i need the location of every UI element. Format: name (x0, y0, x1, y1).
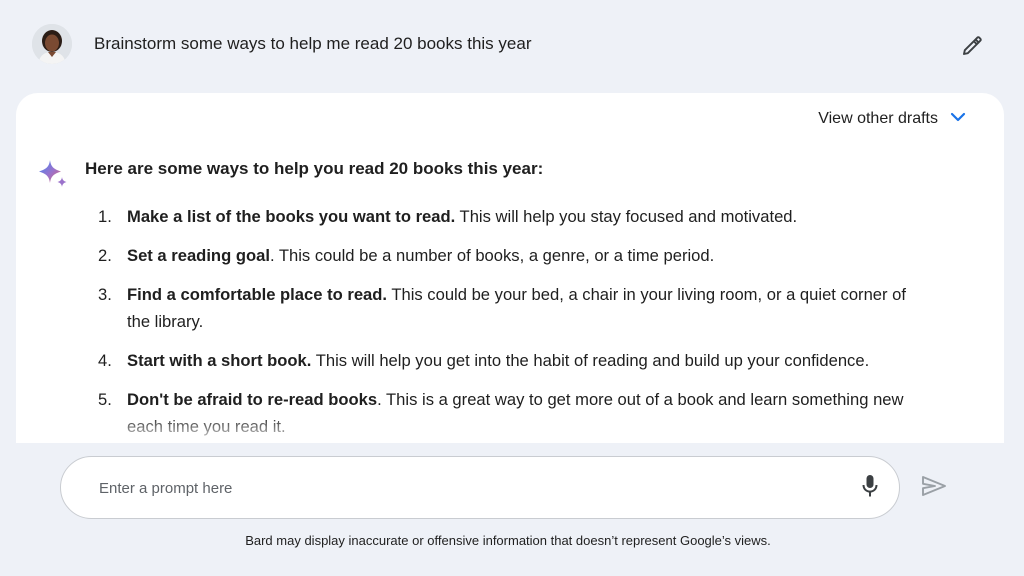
list-item-bold: Make a list of the books you want to rea… (127, 207, 456, 226)
pencil-icon (960, 34, 984, 63)
user-prompt-row: Brainstorm some ways to help me read 20 … (0, 0, 1024, 90)
bard-chat-app: Brainstorm some ways to help me read 20 … (0, 0, 1024, 576)
prompt-input[interactable] (99, 476, 839, 500)
list-item: 3. Find a comfortable place to read. This… (98, 281, 918, 335)
list-item-number: 1. (98, 207, 112, 226)
list-item-text: This will help you stay focused and moti… (455, 207, 798, 226)
list-item-bold: Don't be afraid to re-read books (127, 390, 378, 409)
list-item: 1. Make a list of the books you want to r… (98, 203, 918, 230)
send-icon (921, 475, 947, 502)
response-intro: Here are some ways to help you read 20 b… (85, 159, 544, 178)
list-item-bold: Set a reading goal (127, 246, 270, 265)
response-card: View other drafts Here are some ways to … (16, 93, 1004, 443)
list-item-number: 2. (98, 246, 112, 265)
microphone-button[interactable] (857, 474, 883, 503)
prompt-input-box (60, 456, 900, 519)
disclaimer-text: Bard may display inaccurate or offensive… (245, 533, 771, 548)
microphone-icon (861, 474, 879, 503)
user-prompt-text: Brainstorm some ways to help me read 20 … (94, 34, 532, 53)
list-item-bold: Find a comfortable place to read. (127, 285, 388, 304)
list-item-number: 5. (98, 390, 112, 409)
bard-sparkle-icon (38, 159, 70, 196)
edit-prompt-button[interactable] (956, 32, 988, 64)
view-other-drafts-button[interactable]: View other drafts (818, 108, 966, 130)
list-item-bold: Start with a short book. (127, 351, 312, 370)
list-item-number: 3. (98, 285, 112, 304)
chevron-down-icon (950, 110, 966, 128)
list-item-text: . This could be a number of books, a gen… (269, 246, 715, 265)
response-list: 1. Make a list of the books you want to r… (98, 203, 918, 443)
list-item-text: This will help you get into the habit of… (311, 351, 870, 370)
list-item-number: 4. (98, 351, 112, 370)
send-button[interactable] (919, 474, 949, 502)
list-item: 2. Set a reading goal. This could be a nu… (98, 242, 918, 269)
view-other-drafts-label: View other drafts (818, 110, 938, 127)
user-avatar (32, 24, 72, 64)
list-item: 4. Start with a short book. This will hel… (98, 347, 918, 374)
scroll-fade (16, 415, 1004, 443)
